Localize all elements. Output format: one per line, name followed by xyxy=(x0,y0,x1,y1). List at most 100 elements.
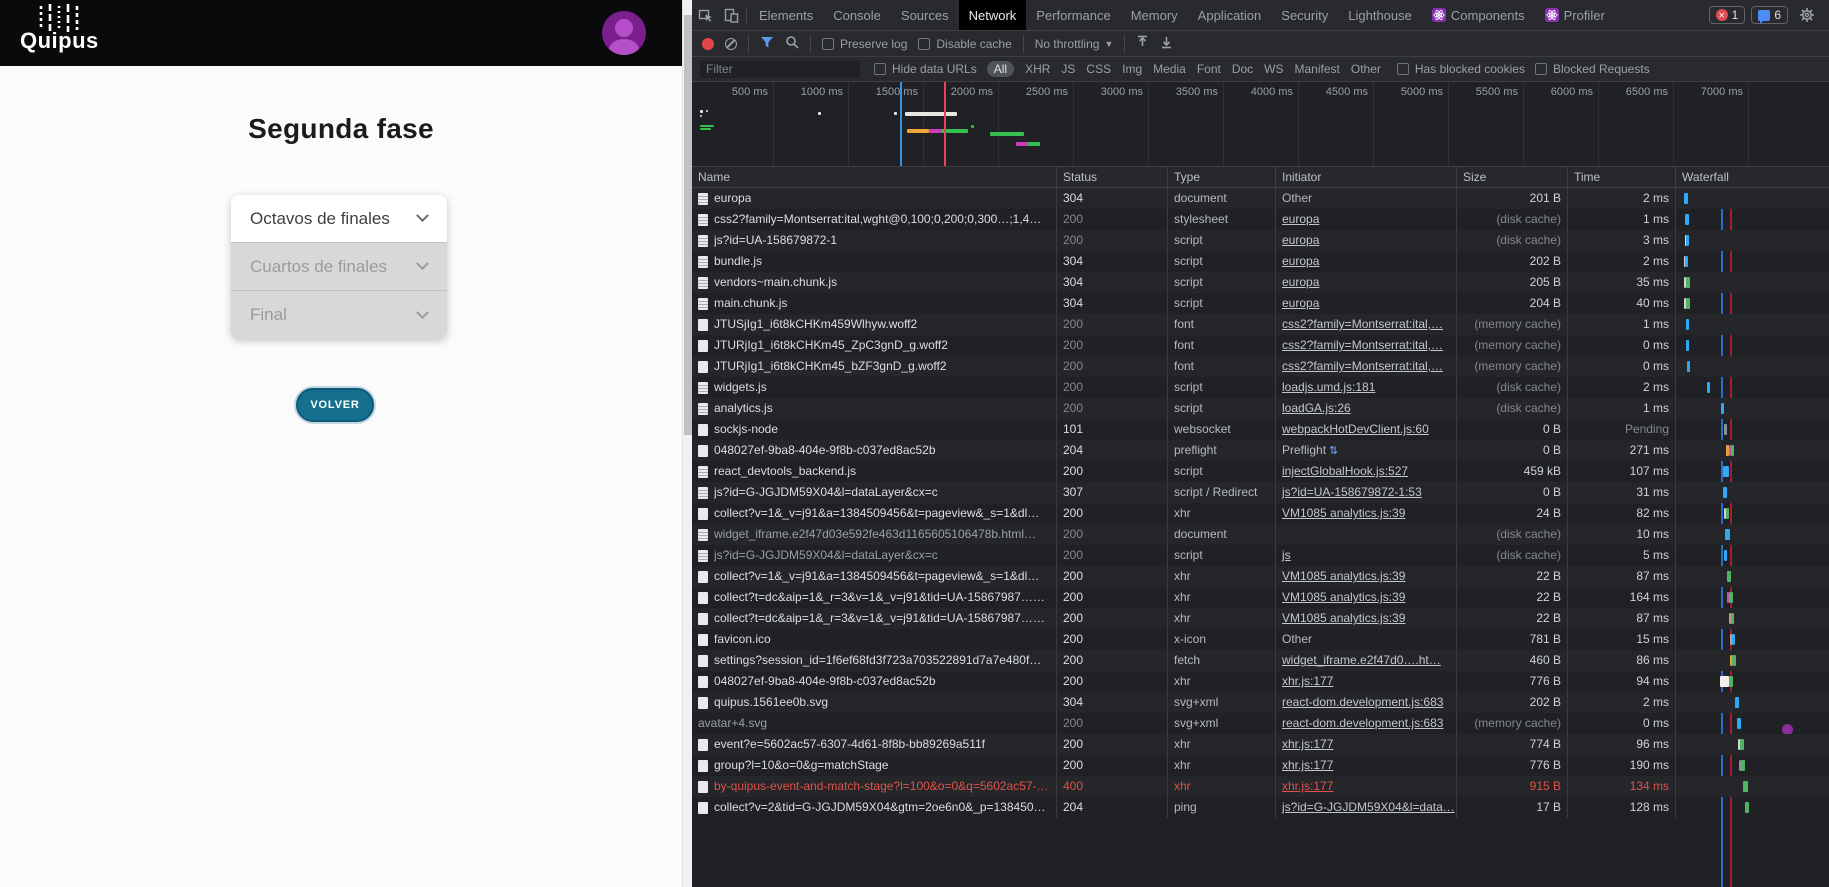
tab-security[interactable]: Security xyxy=(1271,0,1338,30)
user-avatar[interactable] xyxy=(602,11,646,55)
column-header-type[interactable]: Type xyxy=(1167,167,1275,187)
column-header-waterfall[interactable]: Waterfall xyxy=(1675,167,1829,187)
export-har-icon[interactable] xyxy=(1160,35,1173,52)
initiator-link[interactable]: css2?family=Montserrat:ital,… xyxy=(1282,359,1443,373)
initiator-link[interactable]: VM1085 analytics.js:39 xyxy=(1282,611,1405,625)
page-scrollbar[interactable] xyxy=(682,0,692,887)
tab-components[interactable]: Components xyxy=(1422,0,1535,30)
network-request-row[interactable]: widget_iframe.e2f47d03e592fe463d11656051… xyxy=(692,524,1829,545)
hide-data-urls-checkbox[interactable] xyxy=(874,63,886,75)
network-request-row[interactable]: JTURjIg1_i6t8kCHKm45_ZpC3gnD_g.woff2200f… xyxy=(692,335,1829,356)
initiator-link[interactable]: VM1085 analytics.js:39 xyxy=(1282,590,1405,604)
initiator-link[interactable]: VM1085 analytics.js:39 xyxy=(1282,506,1405,520)
filter-toggle-icon[interactable] xyxy=(760,36,774,52)
network-request-row[interactable]: event?e=5602ac57-6307-4d61-8f8b-bb89269a… xyxy=(692,734,1829,755)
network-request-row[interactable]: analytics.js200scriptloadGA.js:26(disk c… xyxy=(692,398,1829,419)
initiator-link[interactable]: xhr.js:177 xyxy=(1282,674,1333,688)
filter-chip-manifest[interactable]: Manifest xyxy=(1295,62,1340,76)
filter-chip-all[interactable]: All xyxy=(987,61,1014,77)
network-request-row[interactable]: avatar+4.svg200svg+xmlreact-dom.developm… xyxy=(692,713,1829,734)
column-header-name[interactable]: Name xyxy=(692,167,1056,187)
disable-cache-checkbox[interactable] xyxy=(918,38,930,50)
network-request-row[interactable]: collect?v=2&tid=G-JGJDM59X04&gtm=2oe6n0&… xyxy=(692,797,1829,818)
error-count-badge[interactable]: ✕ 1 xyxy=(1709,6,1746,24)
filter-chip-js[interactable]: JS xyxy=(1061,62,1075,76)
initiator-link[interactable]: europa xyxy=(1282,296,1319,310)
network-request-row[interactable]: js?id=G-JGJDM59X04&l=dataLayer&cx=c200sc… xyxy=(692,545,1829,566)
filter-chip-media[interactable]: Media xyxy=(1153,62,1186,76)
network-request-row[interactable]: europa304documentOther201 B2 ms xyxy=(692,188,1829,209)
network-request-row[interactable]: main.chunk.js304scripteuropa204 B40 ms xyxy=(692,293,1829,314)
network-request-row[interactable]: collect?t=dc&aip=1&_r=3&v=1&_v=j91&tid=U… xyxy=(692,608,1829,629)
initiator-link[interactable]: js?id=G-JGJDM59X04&l=data… xyxy=(1282,800,1455,814)
initiator-link[interactable]: xhr.js:177 xyxy=(1282,758,1333,772)
network-request-row[interactable]: css2?family=Montserrat:ital,wght@0,100;0… xyxy=(692,209,1829,230)
message-count-badge[interactable]: 6 xyxy=(1751,6,1788,24)
network-request-row[interactable]: settings?session_id=1f6ef68fd3f723a70352… xyxy=(692,650,1829,671)
initiator-link[interactable]: europa xyxy=(1282,254,1319,268)
network-request-row[interactable]: group?l=10&o=0&g=matchStage200xhrxhr.js:… xyxy=(692,755,1829,776)
tab-network[interactable]: Network xyxy=(959,0,1027,30)
network-request-row[interactable]: 048027ef-9ba8-404e-9f8b-c037ed8ac52b204p… xyxy=(692,440,1829,461)
blocked-requests-checkbox[interactable] xyxy=(1535,63,1547,75)
initiator-link[interactable]: css2?family=Montserrat:ital,… xyxy=(1282,317,1443,331)
initiator-link[interactable]: react-dom.development.js:683 xyxy=(1282,716,1443,730)
stage-dropdown-cuartos-de-finales[interactable]: Cuartos de finales xyxy=(231,243,447,291)
initiator-link[interactable]: xhr.js:177 xyxy=(1282,737,1333,751)
filter-chip-other[interactable]: Other xyxy=(1351,62,1381,76)
network-request-row[interactable]: widgets.js200scriptloadjs.umd.js:181(dis… xyxy=(692,377,1829,398)
initiator-link[interactable]: europa xyxy=(1282,233,1319,247)
device-toolbar-icon[interactable] xyxy=(718,0,744,30)
column-header-time[interactable]: Time xyxy=(1567,167,1675,187)
tab-application[interactable]: Application xyxy=(1188,0,1272,30)
network-request-row[interactable]: collect?v=1&_v=j91&a=1384509456&t=pagevi… xyxy=(692,566,1829,587)
filter-chip-css[interactable]: CSS xyxy=(1086,62,1111,76)
clear-button[interactable] xyxy=(725,38,737,50)
tab-elements[interactable]: Elements xyxy=(749,0,823,30)
scrollbar-thumb[interactable] xyxy=(684,15,692,435)
network-request-row[interactable]: js?id=UA-158679872-1200scripteuropa(disk… xyxy=(692,230,1829,251)
tab-profiler[interactable]: Profiler xyxy=(1535,0,1615,30)
filter-chip-ws[interactable]: WS xyxy=(1264,62,1283,76)
import-har-icon[interactable] xyxy=(1136,35,1149,52)
initiator-link[interactable]: loadGA.js:26 xyxy=(1282,401,1351,415)
initiator-link[interactable]: europa xyxy=(1282,212,1319,226)
network-request-row[interactable]: js?id=G-JGJDM59X04&l=dataLayer&cx=c307sc… xyxy=(692,482,1829,503)
network-request-row[interactable]: collect?v=1&_v=j91&a=1384509456&t=pagevi… xyxy=(692,503,1829,524)
network-request-row[interactable]: bundle.js304scripteuropa202 B2 ms xyxy=(692,251,1829,272)
preserve-log-checkbox[interactable] xyxy=(822,38,834,50)
tab-memory[interactable]: Memory xyxy=(1121,0,1188,30)
filter-chip-img[interactable]: Img xyxy=(1122,62,1142,76)
column-header-status[interactable]: Status xyxy=(1056,167,1167,187)
initiator-link[interactable]: react-dom.development.js:683 xyxy=(1282,695,1443,709)
initiator-link[interactable]: VM1085 analytics.js:39 xyxy=(1282,569,1405,583)
network-request-row[interactable]: vendors~main.chunk.js304scripteuropa205 … xyxy=(692,272,1829,293)
stage-dropdown-final[interactable]: Final xyxy=(231,291,447,339)
tab-console[interactable]: Console xyxy=(823,0,891,30)
search-icon[interactable] xyxy=(785,35,799,52)
network-request-row[interactable]: sockjs-node101websocketwebpackHotDevClie… xyxy=(692,419,1829,440)
column-header-initiator[interactable]: Initiator xyxy=(1275,167,1456,187)
filter-chip-font[interactable]: Font xyxy=(1197,62,1221,76)
tab-lighthouse[interactable]: Lighthouse xyxy=(1338,0,1422,30)
network-request-row[interactable]: react_devtools_backend.js200scriptinject… xyxy=(692,461,1829,482)
initiator-link[interactable]: widget_iframe.e2f47d0….ht… xyxy=(1282,653,1441,667)
network-request-row[interactable]: favicon.ico200x-iconOther781 B15 ms xyxy=(692,629,1829,650)
filter-chip-xhr[interactable]: XHR xyxy=(1025,62,1050,76)
network-request-row[interactable]: collect?t=dc&aip=1&_r=3&v=1&_v=j91&tid=U… xyxy=(692,587,1829,608)
initiator-link[interactable]: css2?family=Montserrat:ital,… xyxy=(1282,338,1443,352)
network-request-row[interactable]: JTURjIg1_i6t8kCHKm45_bZF3gnD_g.woff2200f… xyxy=(692,356,1829,377)
throttling-dropdown[interactable]: No throttling▼ xyxy=(1035,37,1114,51)
settings-gear-icon[interactable] xyxy=(1794,7,1820,23)
filter-input[interactable] xyxy=(700,61,860,78)
network-request-row[interactable]: quipus.1561ee0b.svg304svg+xmlreact-dom.d… xyxy=(692,692,1829,713)
stage-dropdown-octavos-de-finales[interactable]: Octavos de finales xyxy=(231,195,447,243)
initiator-link[interactable]: xhr.js:177 xyxy=(1282,779,1333,793)
tab-sources[interactable]: Sources xyxy=(891,0,959,30)
initiator-link[interactable]: js?id=UA-158679872-1:53 xyxy=(1282,485,1422,499)
network-request-row[interactable]: by-quipus-event-and-match-stage?l=100&o=… xyxy=(692,776,1829,797)
tab-performance[interactable]: Performance xyxy=(1026,0,1120,30)
has-blocked-cookies-checkbox[interactable] xyxy=(1397,63,1409,75)
network-overview-timeline[interactable]: 500 ms1000 ms1500 ms2000 ms2500 ms3000 m… xyxy=(692,82,1829,167)
column-header-size[interactable]: Size xyxy=(1456,167,1567,187)
